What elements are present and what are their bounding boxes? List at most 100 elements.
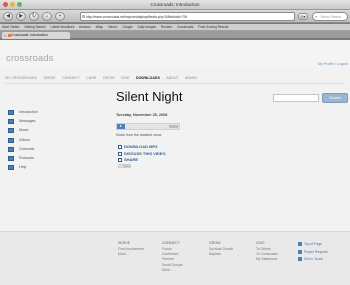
footer-column-give: GIVE To Others To Crossroads My Statemen… [256,241,278,263]
sidebar-item-channels[interactable]: Channels [8,146,38,156]
close-tab-icon[interactable]: × [4,33,6,38]
audio-player [116,123,180,130]
bookmark-item[interactable]: Most Visited [2,25,19,29]
media-description: Music from the Awaited show. [116,133,163,137]
bookmark-item[interactable]: eBay [96,25,103,29]
nav-admin[interactable]: ADMIN [185,76,197,80]
window-title: Crossroads: Introduction [150,2,200,7]
nav-divider [5,83,345,84]
browser-search-input[interactable]: ⌕ Yahoo Search [312,12,348,21]
volume-slider[interactable] [169,125,178,128]
contact-icon [298,257,302,261]
nav-downloads[interactable]: DOWNLOADS [136,76,160,80]
go-button[interactable]: G▾ [298,13,308,20]
prayer-request-link[interactable]: Prayer Request [298,249,328,258]
bookmark-item[interactable]: Yahoo! [108,25,118,29]
tab-strip: × Crossroads: Introduction [0,31,350,39]
address-bar[interactable]: http://www.crossroads.net/my/media/playM… [80,12,295,21]
post-date: Tuesday, November 25, 2008 [116,113,168,117]
reload-button[interactable]: ↻ [29,12,39,21]
footer-link[interactable]: Baptism [209,252,233,257]
arrow-up-icon [298,242,302,246]
footer-heading: GIVE [256,241,265,245]
nav-care[interactable]: CARE [86,76,96,80]
media-actions: DOWNLOAD MP3 DISCUSS THIS VIDEO SHARE [118,144,166,164]
home-button[interactable]: ⌂ [42,12,52,21]
footer-column-serve: SERVE Find Involvement More... [118,241,144,257]
magnifier-icon: ⌕ [315,14,318,19]
discuss-icon [118,151,122,156]
site-favicon-icon [82,15,85,18]
bookmark-item[interactable]: Crossroads [177,25,193,29]
play-button[interactable] [117,124,125,129]
address-text: http://www.crossroads.net/my/media/playM… [86,15,188,19]
prayer-icon [298,249,302,254]
extra-label: Prayer Request [304,249,328,254]
square-bullet-icon [8,110,14,115]
forward-button[interactable]: ▶ [16,12,26,21]
site-header: crossroads My Profile / Logout [0,40,350,68]
section-sidebar: Introduction Messages Music Videos Chann… [8,110,38,174]
footer-heading: GROW [209,241,221,245]
sidebar-item-label: Channels [19,146,35,151]
window-titlebar: Crossroads: Introduction [0,0,350,10]
nav-serve[interactable]: SERVE [43,76,55,80]
sidebar-item-introduction[interactable]: Introduction [8,110,38,119]
bookmark-item[interactable]: Latest Headlines [51,25,75,29]
sidebar-item-label: Help [19,165,27,170]
footer-heading: SERVE [118,241,131,245]
sidebar-item-messages[interactable]: Messages [8,119,38,128]
footer-extras: Top of Page Prayer Request Get In Touch [298,242,328,265]
share-link[interactable]: SHARE [118,157,166,164]
sidebar-item-label: Messages [19,119,36,124]
add-bookmark-button[interactable]: + [55,12,65,21]
sidebar-item-help[interactable]: Help [8,165,38,174]
download-icon [118,145,122,149]
site-logo[interactable]: crossroads [6,53,53,64]
page-title: Silent Night [116,89,183,104]
footer-link[interactable]: More... [118,252,144,257]
tab-favicon-icon [8,34,11,37]
bookmark-item[interactable]: Amazon [79,25,91,29]
footer-heading: CONNECT [162,241,180,245]
footer-link[interactable]: More... [162,268,183,273]
tab-crossroads[interactable]: × Crossroads: Introduction [2,32,70,39]
square-bullet-icon [8,119,14,125]
nav-connect[interactable]: CONNECT [62,76,80,80]
bookmark-item[interactable]: Google [122,25,132,29]
profile-logout-link[interactable]: My Profile / Logout [318,62,348,66]
square-bullet-icon [8,146,14,152]
footer-column-grow: GROW Spiritual Growth Baptism [209,241,233,257]
bookmarks-bar: Most Visited Getting Started Latest Head… [0,24,350,31]
bookmark-item[interactable]: Daily Images [138,25,156,29]
footer-link[interactable]: My Statement [256,257,278,262]
nav-my-crossroads[interactable]: MY CROSSROADS [5,76,37,80]
square-bullet-icon [8,137,14,143]
action-label: SHARE [124,157,139,162]
bookmark-item[interactable]: Final Scoring Results [198,25,228,29]
site-search-button[interactable]: Search [322,93,348,103]
browser-search-placeholder: Yahoo Search [320,15,342,19]
sidebar-item-label: Introduction [19,110,38,114]
bookmark-item[interactable]: Reuters [161,25,172,29]
bookmark-item[interactable]: Getting Started [24,25,45,29]
nav-grow[interactable]: GROW [103,76,115,80]
browser-toolbar: ◀ ▶ ↻ ⌂ + http://www.crossroads.net/my/m… [0,10,350,23]
nav-about[interactable]: ABOUT [166,76,178,80]
extra-label: Get In Touch [304,257,324,261]
sidebar-item-videos[interactable]: Videos [8,137,38,147]
sidebar-item-label: Podcasts [19,155,34,160]
top-of-page-link[interactable]: Top of Page [298,242,328,250]
get-in-touch-link[interactable]: Get In Touch [298,257,328,265]
sidebar-item-label: Videos [19,137,30,142]
back-button[interactable]: ◀ [3,12,13,21]
sidebar-item-podcasts[interactable]: Podcasts [8,155,38,165]
action-label: DOWNLOAD MP3 [124,144,158,149]
sidebar-item-music[interactable]: Music [8,128,38,137]
nav-give[interactable]: GIVE [121,76,130,80]
site-search-input[interactable] [273,94,319,102]
share-widget-button[interactable]: Share [118,164,131,168]
square-bullet-icon [8,155,14,161]
extra-label: Top of Page [304,242,323,246]
web-page: crossroads My Profile / Logout MY CROSSR… [0,40,350,285]
